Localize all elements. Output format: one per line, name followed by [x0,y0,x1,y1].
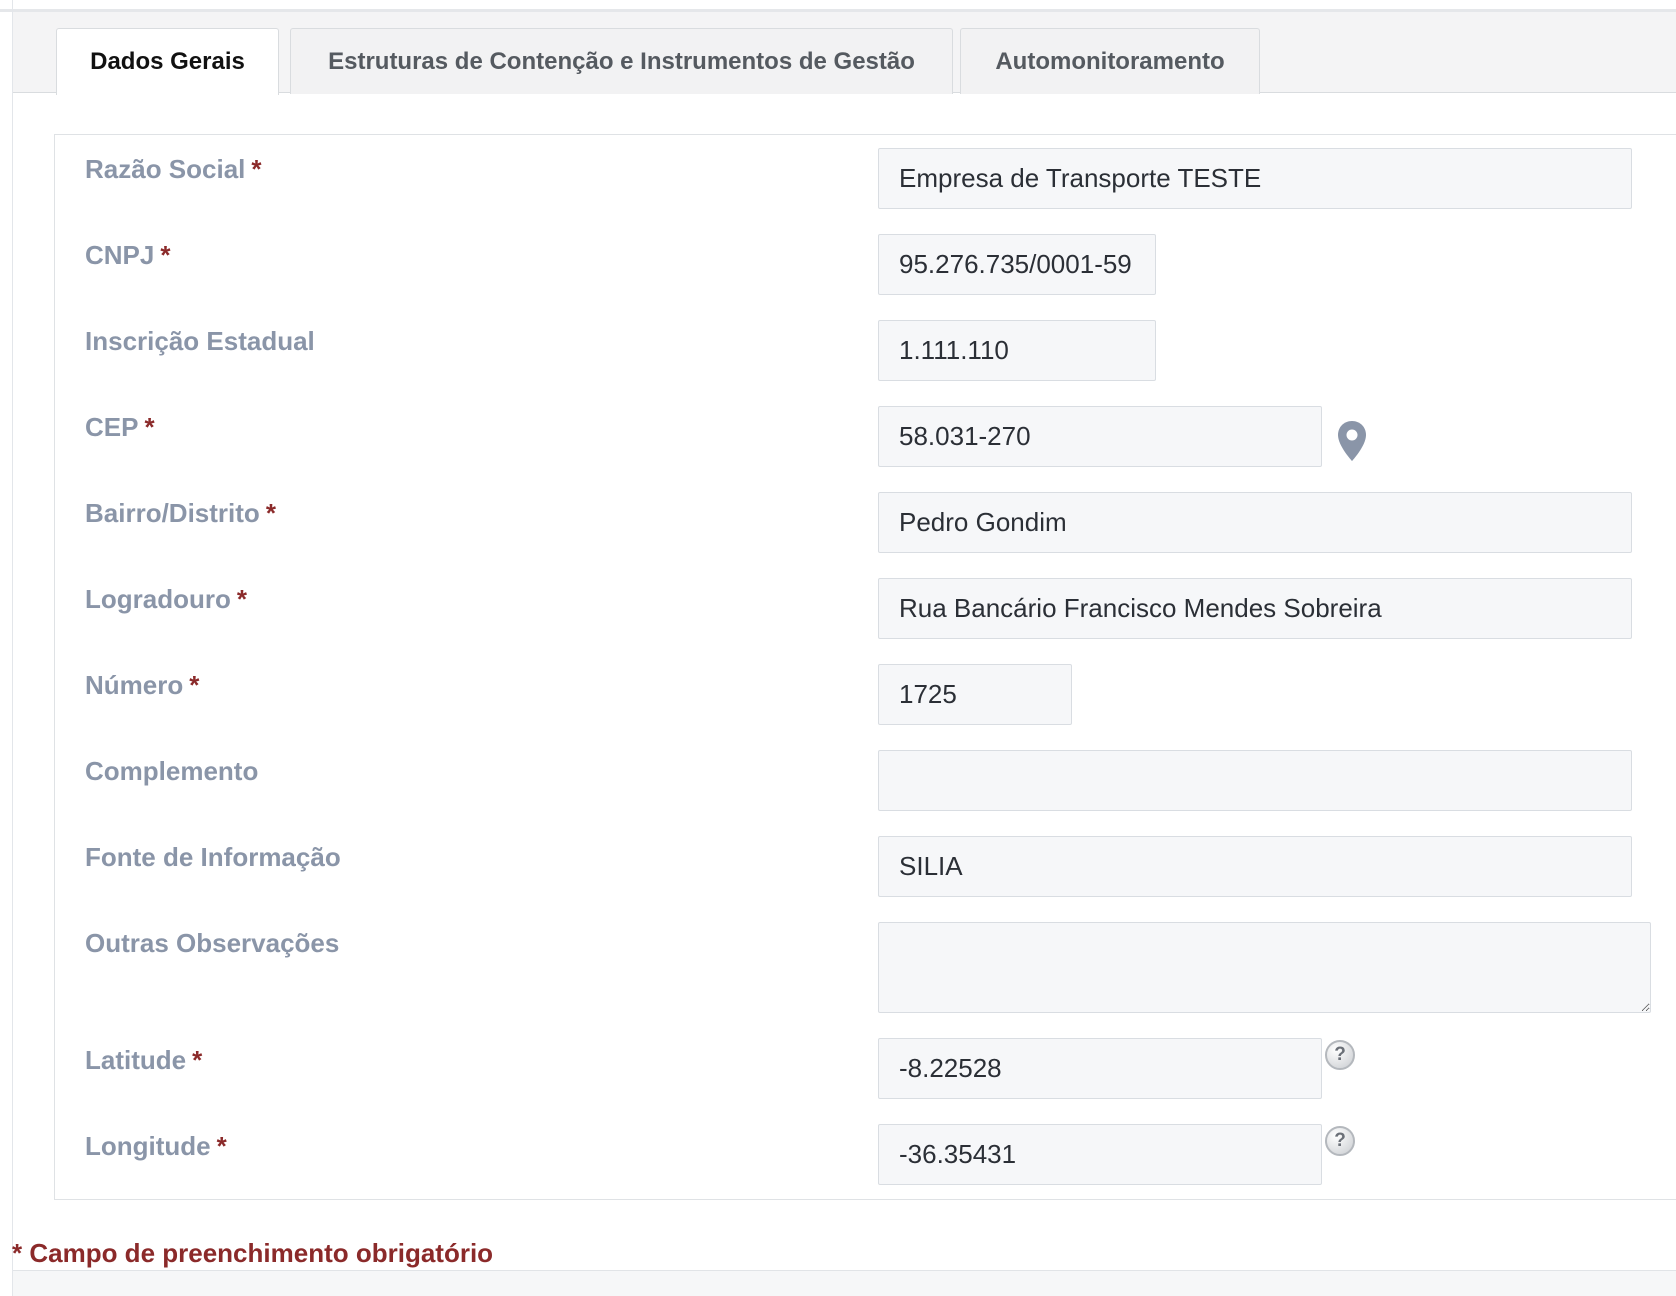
cep-label-text: CEP [85,412,139,442]
longitude-input[interactable]: -36.35431 [878,1124,1322,1185]
required-marker: * [144,412,155,442]
required-marker: * [189,670,200,700]
numero-label-text: Número [85,670,184,700]
razao-social-input[interactable]: Empresa de Transporte TESTE [878,148,1632,209]
complemento-label-text: Complemento [85,756,259,786]
logradouro-label: Logradouro * [85,584,247,615]
tab-dados-gerais[interactable]: Dados Gerais [56,28,279,95]
required-marker: * [236,584,247,614]
bairro-label-text: Bairro/Distrito [85,498,260,528]
latitude-label: Latitude * [85,1045,202,1076]
complemento-label: Complemento [85,756,258,787]
logradouro-label-text: Logradouro [85,584,231,614]
required-marker: * [160,240,171,270]
required-marker: * [265,498,276,528]
map-pin-icon[interactable] [1337,420,1367,462]
inscricao-estadual-label: Inscrição Estadual [85,326,315,357]
latitude-input[interactable]: -8.22528 [878,1038,1322,1099]
cep-label: CEP * [85,412,155,443]
tab-estruturas-contencao[interactable]: Estruturas de Contenção e Instrumentos d… [290,28,953,94]
fonte-informacao-label: Fonte de Informação [85,842,341,873]
cep-input[interactable]: 58.031-270 [878,406,1322,467]
required-marker: * [192,1045,203,1075]
required-marker: * [251,154,262,184]
latitude-help-icon[interactable]: ? [1325,1040,1355,1070]
razao-social-label: Razão Social * [85,154,262,185]
top-strip [0,0,1676,12]
inscricao-estadual-label-text: Inscrição Estadual [85,326,315,356]
numero-label: Número * [85,670,199,701]
fonte-informacao-input[interactable]: SILIA [878,836,1632,897]
required-marker: * [216,1131,227,1161]
longitude-label-text: Longitude [85,1131,211,1161]
cnpj-label-text: CNPJ [85,240,155,270]
complemento-input[interactable] [878,750,1632,811]
bottom-strip [13,1270,1676,1296]
tab-automonitoramento[interactable]: Automonitoramento [960,28,1260,94]
razao-social-label-text: Razão Social [85,154,246,184]
tab-bar: Dados Gerais Estruturas de Contenção e I… [13,12,1676,95]
bairro-label: Bairro/Distrito * [85,498,276,529]
latitude-label-text: Latitude [85,1045,187,1075]
outras-observacoes-label: Outras Observações [85,928,339,959]
longitude-label: Longitude * [85,1131,227,1162]
required-footnote: * Campo de preenchimento obrigatório [12,1238,494,1268]
form-panel [54,134,1676,1200]
logradouro-input[interactable]: Rua Bancário Francisco Mendes Sobreira [878,578,1632,639]
longitude-help-icon[interactable]: ? [1325,1126,1355,1156]
cnpj-label: CNPJ * [85,240,170,271]
bairro-input[interactable]: Pedro Gondim [878,492,1632,553]
cnpj-input[interactable]: 95.276.735/0001-59 [878,234,1156,295]
numero-input[interactable]: 1725 [878,664,1072,725]
inscricao-estadual-input[interactable]: 1.111.110 [878,320,1156,381]
outras-observacoes-textarea[interactable] [878,922,1651,1013]
fonte-informacao-label-text: Fonte de Informação [85,842,341,872]
outras-observacoes-label-text: Outras Observações [85,928,340,958]
left-rule [12,0,13,1296]
